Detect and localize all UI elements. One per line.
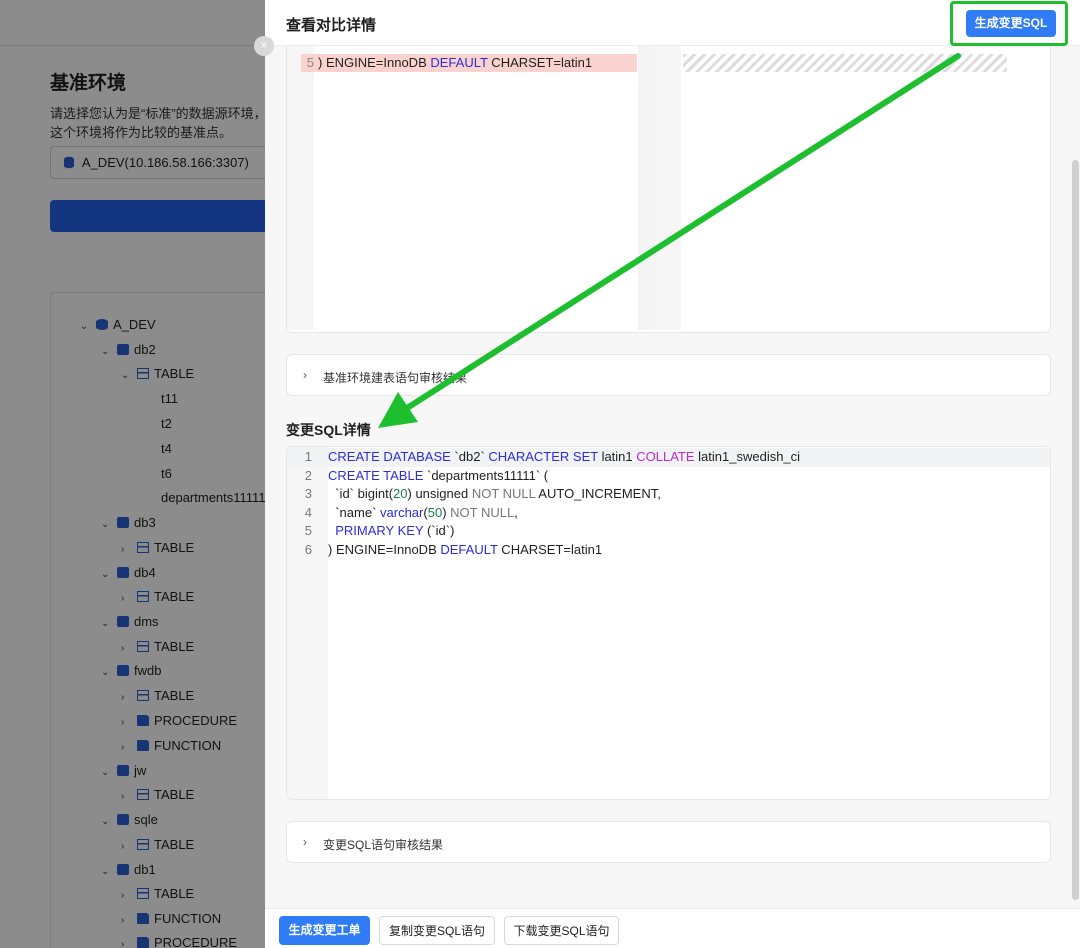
code-line: 2 CREATE TABLE `departments11111` ( bbox=[304, 467, 549, 483]
create-change-ticket-button[interactable]: 生成变更工单 bbox=[279, 916, 370, 945]
code-line: 5 PRIMARY KEY (`id`) bbox=[304, 523, 455, 538]
drawer-scrollbar-thumb[interactable] bbox=[1072, 160, 1079, 900]
diff-empty-placeholder bbox=[683, 54, 1007, 72]
code-line: 1 CREATE DATABASE `db2` CHARACTER SET lat… bbox=[287, 448, 1050, 467]
copy-change-sql-button[interactable]: 复制变更SQL语句 bbox=[379, 916, 495, 945]
change-audit-result-panel[interactable]: › 变更SQL语句审核结果 bbox=[286, 821, 1051, 863]
code-line: 3 `id` bigint(20) unsigned NOT NULL AUTO… bbox=[304, 486, 661, 501]
chevron-right-icon: › bbox=[303, 835, 307, 849]
diff-right-gutter bbox=[654, 46, 681, 330]
change-sql-editor[interactable]: 1 CREATE DATABASE `db2` CHARACTER SET lat… bbox=[286, 446, 1051, 800]
code-line: 4 `name` varchar(50) NOT NULL, bbox=[304, 504, 518, 520]
drawer-footer: 生成变更工单 复制变更SQL语句 下载变更SQL语句 bbox=[265, 908, 1080, 948]
drawer-header: 查看对比详情 生成变更SQL bbox=[265, 0, 1080, 46]
change-sql-title: 变更SQL详情 bbox=[286, 422, 371, 438]
drawer-title: 查看对比详情 bbox=[286, 17, 377, 34]
diff-left-gutter bbox=[287, 46, 314, 330]
change-audit-result-label: 变更SQL语句审核结果 bbox=[323, 838, 444, 852]
diff-viewer: 5) ENGINE=InnoDB DEFAULT CHARSET=latin1 bbox=[286, 46, 1051, 333]
annotation-highlight-box bbox=[950, 1, 1068, 46]
diff-right-pane bbox=[681, 46, 1023, 330]
diff-left-pane bbox=[314, 46, 637, 330]
code-line: 6) ENGINE=InnoDB DEFAULT CHARSET=latin1 bbox=[304, 541, 603, 557]
chevron-right-icon: › bbox=[303, 368, 307, 382]
compare-detail-drawer: 查看对比详情 生成变更SQL 5) ENGINE=InnoDB DEFAULT … bbox=[265, 0, 1080, 948]
base-audit-result-panel[interactable]: › 基准环境建表语句审核结果 bbox=[286, 354, 1051, 396]
base-audit-result-label: 基准环境建表语句审核结果 bbox=[323, 371, 468, 385]
drawer-close-button[interactable]: × bbox=[254, 36, 274, 56]
diff-removed-line: 5) ENGINE=InnoDB DEFAULT CHARSET=latin1 bbox=[301, 54, 637, 72]
diff-separator bbox=[638, 46, 654, 330]
download-change-sql-button[interactable]: 下载变更SQL语句 bbox=[504, 916, 619, 945]
